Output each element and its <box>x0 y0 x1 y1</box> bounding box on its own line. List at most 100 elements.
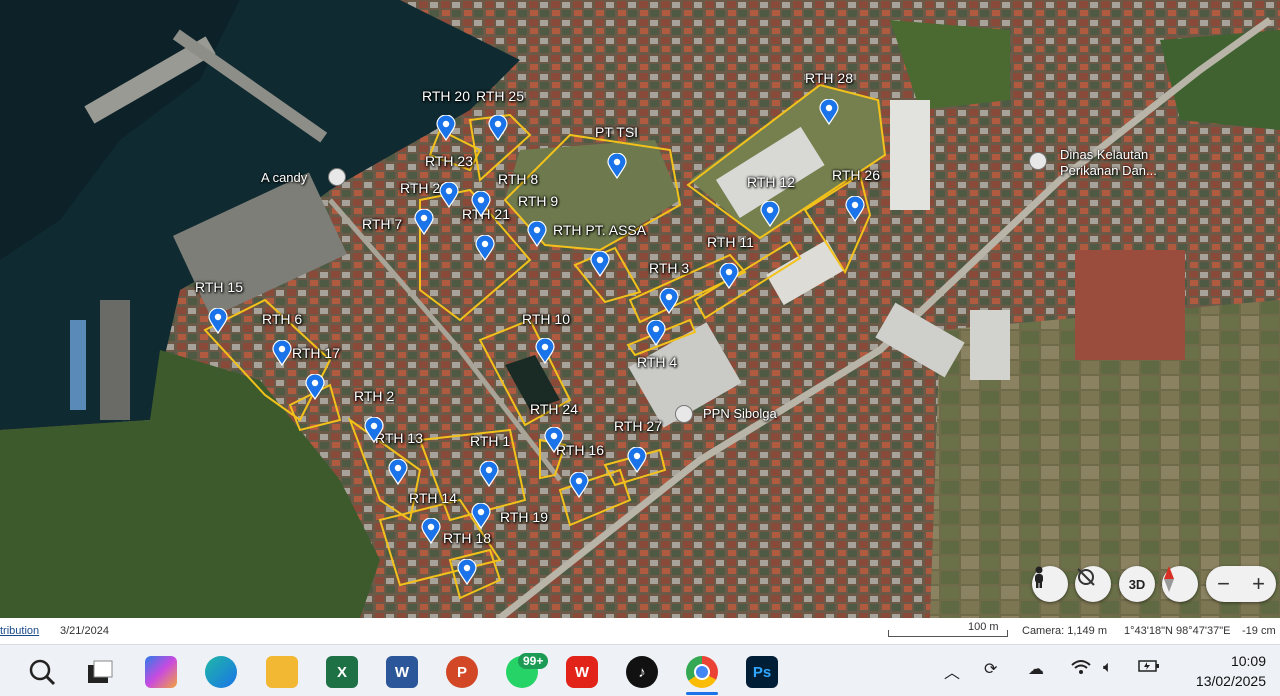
location-pin-icon[interactable] <box>479 461 499 487</box>
location-pin-icon[interactable] <box>719 263 739 289</box>
rth20-label: RTH 20 <box>422 88 470 104</box>
system-clock[interactable]: 10:09 13/02/2025 <box>1196 651 1266 691</box>
rthptassa-label: RTH PT. ASSA <box>553 222 647 238</box>
location-pin-icon[interactable] <box>436 115 456 141</box>
rotate-icon <box>1077 568 1095 586</box>
rth8-label: RTH 8 <box>498 171 539 187</box>
location-pin-icon[interactable] <box>760 201 780 227</box>
satellite-map[interactable]: RTH 20 RTH 25 RTH 28 PT TSI RTH 23 RTH 8… <box>0 0 1280 618</box>
3d-button[interactable]: 3D <box>1119 566 1155 602</box>
location-pin-icon[interactable] <box>845 196 865 222</box>
attribution-link[interactable]: tribution <box>0 625 39 637</box>
rth14-label: RTH 14 <box>409 490 457 506</box>
whatsapp-badge: 99+ <box>518 653 549 669</box>
location-pin-icon[interactable] <box>272 340 292 366</box>
location-pin-icon[interactable] <box>414 209 434 235</box>
zoom-out-button[interactable]: − <box>1206 566 1241 602</box>
place-dinas-kelautan[interactable]: Dinas Kelautan Perikanan Dan... <box>1060 147 1157 179</box>
sync-icon[interactable]: ⟳ <box>984 659 997 679</box>
pttsi-label: PT TSI <box>595 124 639 140</box>
file-explorer-icon[interactable] <box>266 656 298 688</box>
rth6-label: RTH 6 <box>262 311 303 327</box>
imagery-date: 3/21/2024 <box>60 625 109 637</box>
clock-time: 10:09 <box>1230 653 1266 669</box>
location-pin-icon[interactable] <box>527 221 547 247</box>
rth15-label: RTH 15 <box>195 279 243 295</box>
volume-icon[interactable]: 🔈︎ <box>1103 659 1113 677</box>
rth23-label: RTH 23 <box>425 153 473 169</box>
rth4-label: RTH 4 <box>637 354 678 370</box>
rth26-label: RTH 26 <box>832 167 880 183</box>
rth3-label: RTH 3 <box>649 260 690 276</box>
word-icon[interactable]: W <box>386 656 418 688</box>
street-view-button[interactable] <box>1032 566 1068 602</box>
rth28-label: RTH 28 <box>805 70 853 86</box>
rth1-label: RTH 1 <box>470 433 511 449</box>
excel-icon[interactable]: X <box>326 656 358 688</box>
location-pin-icon[interactable] <box>388 459 408 485</box>
location-pin-icon[interactable] <box>421 518 441 544</box>
location-pin-icon[interactable] <box>659 288 679 314</box>
location-pin-icon[interactable] <box>364 417 384 443</box>
poi-icon[interactable] <box>328 168 346 186</box>
location-pin-icon[interactable] <box>439 182 459 208</box>
search-icon[interactable] <box>26 656 58 688</box>
scale-label: 100 m <box>968 621 999 633</box>
rth18-label: RTH 18 <box>443 530 491 546</box>
task-view-icon[interactable] <box>84 656 116 688</box>
place-ppn-sibolga[interactable]: PPN Sibolga <box>703 406 777 421</box>
location-pin-icon[interactable] <box>208 308 228 334</box>
zoom-in-button[interactable]: + <box>1241 566 1276 602</box>
location-pin-icon[interactable] <box>590 251 610 277</box>
location-pin-icon[interactable] <box>627 447 647 473</box>
rth7-label: RTH 7 <box>362 216 403 232</box>
location-pin-icon[interactable] <box>471 191 491 217</box>
person-icon <box>1035 566 1043 588</box>
location-pin-icon[interactable] <box>819 99 839 125</box>
location-pin-icon[interactable] <box>488 115 508 141</box>
rth24-label: RTH 24 <box>530 401 578 417</box>
cloud-off-icon[interactable]: ☁ <box>1028 659 1044 679</box>
poi-icon[interactable] <box>1029 152 1047 170</box>
rth12-label: RTH 12 <box>747 174 795 190</box>
rth19-label: RTH 19 <box>500 509 548 525</box>
rth9-label: RTH 9 <box>518 193 559 209</box>
map-imagery <box>0 0 1280 618</box>
rth27-label: RTH 27 <box>614 418 662 434</box>
coordinates: 1°43'18"N 98°47'37"E <box>1124 625 1231 637</box>
rth11-label: RTH 11 <box>707 234 754 250</box>
poi-icon[interactable] <box>675 405 693 423</box>
photoshop-icon[interactable]: Ps <box>746 656 778 688</box>
taskbar: X W P 99+ W ♪ Ps ︿ ⟳ ☁ 🔈︎ 10:09 13/02/20… <box>0 644 1280 696</box>
chevron-up-icon[interactable]: ︿ <box>944 659 960 683</box>
zoom-control: − + <box>1206 566 1276 602</box>
rth25-label: RTH 25 <box>476 88 524 104</box>
tiktok-icon[interactable]: ♪ <box>626 656 658 688</box>
place-a-candy[interactable]: A candy <box>261 170 307 185</box>
wifi-icon[interactable] <box>1071 659 1091 680</box>
location-pin-icon[interactable] <box>475 235 495 261</box>
map-status-bar: tribution 3/21/2024 100 m Camera: 1,149 … <box>0 618 1280 644</box>
compass-icon <box>1164 566 1174 592</box>
location-pin-icon[interactable] <box>569 472 589 498</box>
location-pin-icon[interactable] <box>544 427 564 453</box>
location-pin-icon[interactable] <box>607 153 627 179</box>
wps-icon[interactable]: W <box>566 656 598 688</box>
copilot-icon[interactable] <box>145 656 177 688</box>
battery-icon[interactable] <box>1138 659 1160 678</box>
rth10-label: RTH 10 <box>522 311 570 327</box>
rth17-label: RTH 17 <box>292 345 340 361</box>
camera-altitude: Camera: 1,149 m <box>1022 625 1107 637</box>
location-pin-icon[interactable] <box>457 559 477 585</box>
edge-icon[interactable] <box>205 656 237 688</box>
tilt-button[interactable] <box>1075 566 1111 602</box>
location-pin-icon[interactable] <box>535 338 555 364</box>
clock-date: 13/02/2025 <box>1195 673 1266 689</box>
location-pin-icon[interactable] <box>471 503 491 529</box>
powerpoint-icon[interactable]: P <box>446 656 478 688</box>
elevation: -19 cm <box>1242 625 1276 637</box>
location-pin-icon[interactable] <box>305 374 325 400</box>
compass-button[interactable] <box>1162 566 1198 602</box>
chrome-icon[interactable] <box>686 656 718 688</box>
location-pin-icon[interactable] <box>646 320 666 346</box>
